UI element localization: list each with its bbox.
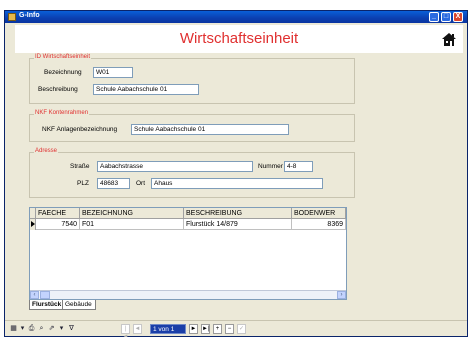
tab-flurstueck[interactable]: Flurstück (29, 300, 63, 310)
nkf-anlagenbezeichnung-field[interactable]: Schule Aabachschule 01 (131, 124, 289, 135)
column-header[interactable]: BESCHREIBUNG (184, 208, 292, 219)
dropdown-arrow-icon[interactable]: ▾ (18, 325, 27, 333)
strasse-field[interactable]: Aabachstrasse (97, 161, 253, 172)
add-record-button[interactable]: + (213, 324, 222, 334)
bezeichnung-label: Bezeichnung (44, 69, 82, 76)
table-cell[interactable]: 7540 (36, 219, 80, 230)
maximize-button[interactable]: □ (441, 12, 451, 22)
app-icon (8, 13, 16, 21)
strasse-label: Straße (70, 163, 90, 170)
column-header[interactable]: FAECHE (36, 208, 80, 219)
app-window: G-Info _ □ X Wirtschaftseinheit ID Wirts… (4, 10, 468, 337)
first-record-button[interactable]: |◄ (121, 324, 130, 337)
tab-gebaeude[interactable]: Gebäude (62, 300, 96, 310)
flurstueck-grid[interactable]: FAECHE BEZEICHNUNG BESCHREIBUNG BODENWER… (29, 207, 347, 300)
table-cell[interactable]: F01 (80, 219, 184, 230)
window-title: G-Info (19, 12, 40, 19)
ort-field[interactable]: Ahaus (151, 178, 323, 189)
beschreibung-label: Beschreibung (38, 86, 78, 93)
group-id-wirtschaftseinheit: ID Wirtschaftseinheit Bezeichnung W01 Be… (29, 54, 355, 104)
delete-record-button[interactable]: − (225, 324, 234, 334)
nummer-field[interactable]: 4-8 (284, 161, 313, 172)
house-icon[interactable] (441, 31, 457, 47)
save-record-button[interactable]: ✓ (237, 324, 246, 334)
plz-field[interactable]: 48683 (97, 178, 130, 189)
grid-header: FAECHE BEZEICHNUNG BESCHREIBUNG BODENWER (30, 208, 346, 219)
horizontal-scrollbar[interactable]: ‹ › (30, 290, 346, 299)
side-panel (391, 53, 463, 321)
scroll-left-icon[interactable]: ‹ (30, 291, 39, 299)
plz-label: PLZ (77, 180, 89, 187)
column-header[interactable]: BEZEICHNUNG (80, 208, 184, 219)
close-button[interactable]: X (453, 12, 463, 22)
search-icon[interactable]: ⌕ (37, 325, 46, 333)
print-icon[interactable]: ⎙ (27, 325, 36, 333)
previous-record-button[interactable]: ◄ (133, 324, 142, 334)
form-content: Wirtschaftseinheit ID Wirtschaftseinheit… (5, 23, 467, 337)
beschreibung-field[interactable]: Schule Aabachschule 01 (93, 84, 199, 95)
group-adresse: Adresse Straße Aabachstrasse Nummer 4-8 … (29, 148, 355, 198)
group-nkf-kontenrahmen: NKF Kontenrahmen NKF Anlagenbezeichnung … (29, 110, 355, 142)
dropdown-arrow-icon[interactable]: ▾ (57, 325, 66, 333)
title-bar[interactable]: G-Info _ □ X (5, 11, 467, 23)
minimize-button[interactable]: _ (429, 12, 439, 22)
table-cell[interactable]: Flurstück 14/879 (184, 219, 292, 230)
bezeichnung-field[interactable]: W01 (93, 67, 133, 78)
column-header[interactable]: BODENWER (292, 208, 346, 219)
group-legend-nkf: NKF Kontenrahmen (34, 110, 90, 116)
group-legend-adresse: Adresse (34, 148, 59, 154)
export-icon[interactable]: ⇗ (47, 325, 56, 333)
record-position-field[interactable]: 1 von 1 (150, 324, 186, 334)
table-view-icon[interactable]: ▦ (9, 325, 18, 333)
scroll-thumb[interactable] (40, 291, 50, 299)
ort-label: Ort (136, 180, 146, 187)
record-toolbar: ▦ ▾ ⎙ ⌕ ⇗ ▾ ∇ |◄ ◄ 1 von 1 ► ►| + − ✓ (5, 320, 467, 337)
form-header: Wirtschaftseinheit (15, 25, 463, 53)
current-row-arrow-icon (31, 221, 35, 227)
group-legend-id: ID Wirtschaftseinheit (34, 54, 92, 60)
nkf-anlagenbezeichnung-label: NKF Anlagenbezeichnung (42, 126, 118, 133)
last-record-button[interactable]: ►| (201, 324, 210, 334)
next-record-button[interactable]: ► (189, 324, 198, 334)
page-title: Wirtschaftseinheit (179, 30, 299, 47)
filter-icon[interactable]: ∇ (67, 325, 76, 333)
table-cell[interactable]: 8369 (292, 219, 346, 230)
nummer-label: Nummer (258, 163, 283, 170)
scroll-right-icon[interactable]: › (337, 291, 346, 299)
